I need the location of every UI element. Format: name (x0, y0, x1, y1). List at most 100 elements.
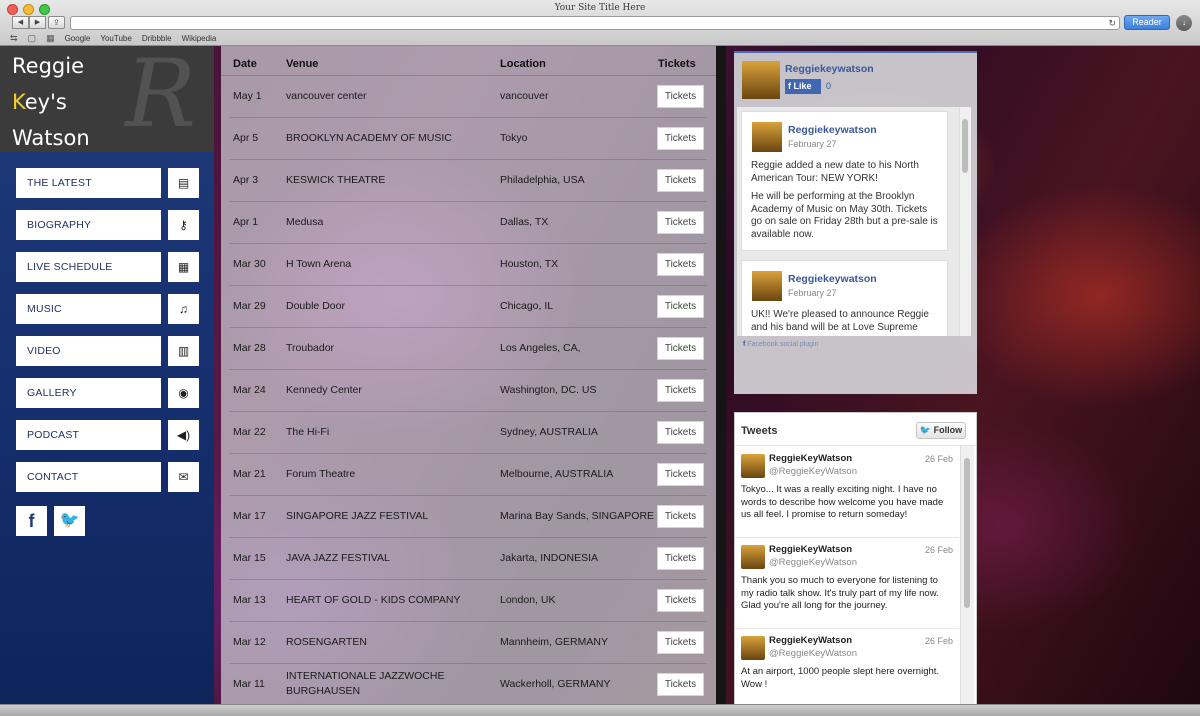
tweet-author[interactable]: ReggieKeyWatson (769, 544, 852, 555)
top-sites-icon[interactable]: ▦ (46, 33, 55, 44)
tweet-date[interactable]: 26 Feb (925, 636, 953, 646)
document-icon[interactable]: ▤ (168, 168, 199, 198)
speaker-icon[interactable]: ◀) (168, 420, 199, 450)
row-date: May 1 (233, 90, 262, 102)
row-location: Chicago, IL (500, 300, 554, 312)
bookmark-link[interactable]: YouTube (100, 34, 131, 43)
post-text: Reggie added a new date to his North Ame… (751, 160, 919, 184)
post-avatar[interactable] (752, 122, 782, 152)
forward-button[interactable]: ▶ (29, 16, 46, 29)
tweet-scrollbar[interactable] (960, 446, 974, 715)
tickets-button[interactable]: Tickets (657, 295, 704, 318)
tweet-avatar[interactable] (741, 545, 765, 569)
tickets-button[interactable]: Tickets (657, 631, 704, 654)
nav-the-latest[interactable]: THE LATEST (16, 168, 161, 198)
back-button[interactable]: ◀ (12, 16, 29, 29)
twitter-icon[interactable]: 🐦 (54, 506, 85, 536)
facebook-post: Reggiekeywatson February 27 Reggie added… (741, 111, 948, 251)
post-author[interactable]: Reggiekeywatson (788, 124, 877, 136)
tweet-avatar[interactable] (741, 454, 765, 478)
sidebar-toggle-icon[interactable]: ⇆ (10, 33, 18, 44)
row-date: Mar 17 (233, 510, 266, 522)
tickets-button[interactable]: Tickets (657, 505, 704, 528)
scrollbar-thumb[interactable] (964, 458, 970, 608)
tweet-date[interactable]: 26 Feb (925, 545, 953, 555)
scrollbar-thumb[interactable] (962, 119, 968, 173)
tickets-button[interactable]: Tickets (657, 673, 704, 696)
tweet-date[interactable]: 26 Feb (925, 454, 953, 464)
facebook-like-button[interactable]: f Like (785, 79, 821, 94)
film-icon[interactable]: ▥ (168, 336, 199, 366)
reading-list-icon[interactable]: ▢ (28, 33, 37, 44)
address-bar[interactable]: ↻ (70, 16, 1120, 30)
tickets-button[interactable]: Tickets (657, 421, 704, 444)
envelope-icon[interactable]: ✉ (168, 462, 199, 492)
share-icon[interactable]: ⇪ (48, 16, 65, 29)
nav-video[interactable]: VIDEO (16, 336, 161, 366)
tweet-handle[interactable]: @ReggieKeyWatson (769, 557, 857, 568)
tickets-button[interactable]: Tickets (657, 337, 704, 360)
twitter-follow-button[interactable]: 🐦 Follow (916, 422, 966, 439)
tweet[interactable]: ReggieKeyWatson @ReggieKeyWatson 26 Feb … (735, 537, 959, 629)
downloads-icon[interactable]: ↓ (1176, 15, 1192, 31)
bookmark-link[interactable]: Wikipedia (182, 34, 217, 43)
table-row: Mar 28 Troubador Los Angeles, CA, Tickets (229, 328, 707, 370)
tickets-button[interactable]: Tickets (657, 253, 704, 276)
bookmarks-bar: ⇆ ▢ ▦ Google YouTube Dribbble Wikipedia (10, 33, 216, 44)
reload-icon[interactable]: ↻ (1108, 17, 1116, 29)
table-row: May 1 vancouver center vancouver Tickets (229, 76, 707, 118)
tour-dates-table: Date Venue Location Tickets May 1 vancouv… (221, 46, 716, 716)
tweet-author[interactable]: ReggieKeyWatson (769, 635, 852, 646)
tweet-handle[interactable]: @ReggieKeyWatson (769, 648, 857, 659)
facebook-page-widget: Reggiekeywatson f Like 0 Reggiekeywatson… (734, 51, 977, 394)
post-author[interactable]: Reggiekeywatson (788, 273, 877, 285)
key-icon[interactable]: ⚷ (168, 210, 199, 240)
nav-biography[interactable]: BIOGRAPHY (16, 210, 161, 240)
tickets-button[interactable]: Tickets (657, 169, 704, 192)
table-row: Apr 1 Medusa Dallas, TX Tickets (229, 202, 707, 244)
tickets-button[interactable]: Tickets (657, 85, 704, 108)
facebook-page-name[interactable]: Reggiekeywatson (785, 63, 874, 75)
feed-scrollbar[interactable] (959, 107, 971, 336)
tweet-avatar[interactable] (741, 636, 765, 660)
table-row: Mar 29 Double Door Chicago, IL Tickets (229, 286, 707, 328)
tweet-handle[interactable]: @ReggieKeyWatson (769, 466, 857, 477)
page-avatar[interactable] (742, 61, 780, 99)
column-header-tickets: Tickets (658, 58, 696, 70)
tweet[interactable]: ReggieKeyWatson @ReggieKeyWatson 26 Feb … (735, 628, 959, 715)
tickets-button[interactable]: Tickets (657, 127, 704, 150)
reader-button[interactable]: Reader (1124, 15, 1170, 30)
table-header: Date Venue Location Tickets (221, 46, 716, 76)
post-avatar[interactable] (752, 271, 782, 301)
browser-toolbar: Your Site Title Here ◀ ▶ ⇪ ↻ Reader ↓ ⇆ … (0, 0, 1200, 46)
logo-monogram: R (125, 46, 196, 149)
table-row: Mar 30 H Town Arena Houston, TX Tickets (229, 244, 707, 286)
row-location: Melbourne, AUSTRALIA (500, 468, 614, 480)
nav-podcast[interactable]: PODCAST (16, 420, 161, 450)
camera-icon[interactable]: ◉ (168, 378, 199, 408)
nav-live-schedule[interactable]: LIVE SCHEDULE (16, 252, 161, 282)
tickets-button[interactable]: Tickets (657, 211, 704, 234)
window-title: Your Site Title Here (554, 3, 646, 13)
logo-first-name: Reggie (12, 54, 84, 78)
like-count: 0 (826, 81, 832, 91)
tweet-author[interactable]: ReggieKeyWatson (769, 453, 852, 464)
tickets-button[interactable]: Tickets (657, 379, 704, 402)
tickets-button[interactable]: Tickets (657, 589, 704, 612)
nav-music[interactable]: MUSIC (16, 294, 161, 324)
row-location: Tokyo (500, 132, 528, 144)
facebook-icon[interactable]: f (16, 506, 47, 536)
sidebar: R Reggie Key's Watson THE LATEST ▤ BIOGR… (0, 46, 214, 716)
bookmark-link[interactable]: Google (65, 34, 91, 43)
nav-contact[interactable]: CONTACT (16, 462, 161, 492)
tweet[interactable]: ReggieKeyWatson @ReggieKeyWatson 26 Feb … (735, 446, 959, 538)
music-note-icon[interactable]: ♫ (168, 294, 199, 324)
tickets-button[interactable]: Tickets (657, 463, 704, 486)
bookmark-link[interactable]: Dribbble (142, 34, 172, 43)
tickets-button[interactable]: Tickets (657, 547, 704, 570)
site-logo[interactable]: R Reggie Key's Watson (0, 46, 214, 152)
tweet-text: Tokyo... It was a really exciting night.… (741, 484, 944, 520)
row-date: Mar 30 (233, 258, 266, 270)
nav-gallery[interactable]: GALLERY (16, 378, 161, 408)
calendar-icon[interactable]: ▦ (168, 252, 199, 282)
